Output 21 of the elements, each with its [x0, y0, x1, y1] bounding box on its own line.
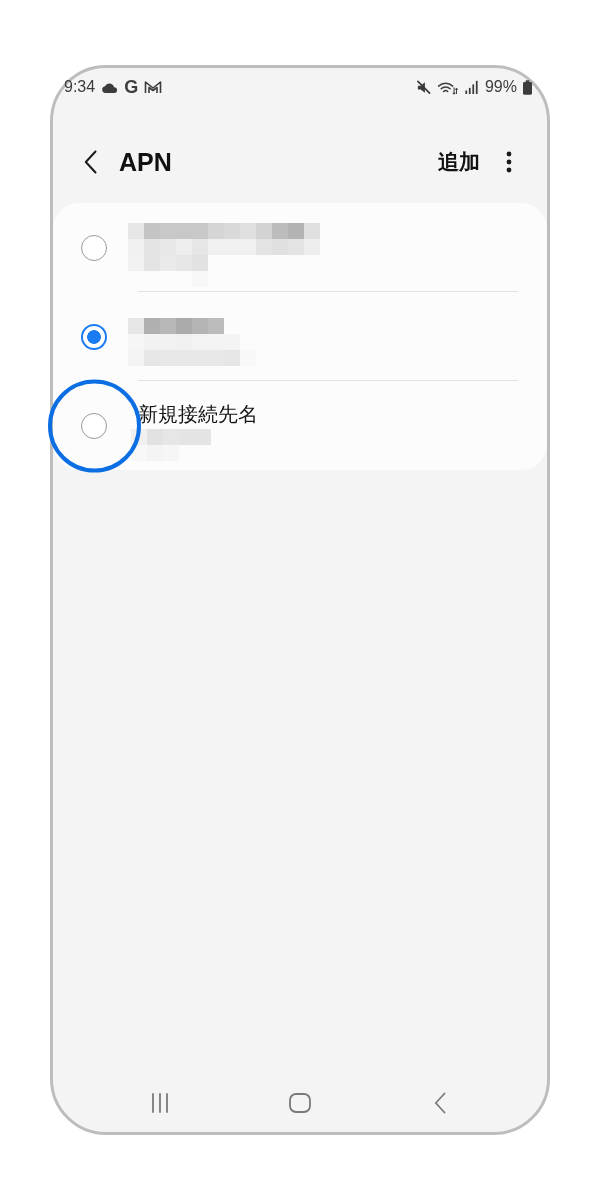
signal-icon — [463, 80, 479, 94]
apn-name: 新規接続先名 — [138, 402, 259, 426]
rounded-square-icon — [289, 1093, 311, 1113]
battery-percentage: 99% — [484, 78, 517, 96]
radio-button[interactable] — [81, 234, 107, 261]
more-vertical-icon — [506, 151, 512, 173]
mail-icon — [144, 80, 163, 94]
radio-button[interactable] — [81, 323, 107, 350]
notification-letter: G — [124, 78, 139, 96]
back-chevron-icon — [84, 150, 97, 174]
mute-icon — [415, 79, 431, 95]
add-button[interactable]: 追加 — [438, 149, 480, 175]
more-options-button[interactable] — [506, 151, 512, 173]
back-button[interactable] — [84, 150, 97, 174]
back-chevron-icon — [434, 1092, 446, 1114]
cloud-icon — [101, 81, 119, 93]
screen-title: APN — [119, 147, 172, 177]
battery-icon — [523, 79, 532, 95]
radio-button[interactable] — [81, 412, 107, 439]
status-time: 9:34 — [64, 78, 96, 96]
three-lines-icon — [150, 1093, 170, 1113]
